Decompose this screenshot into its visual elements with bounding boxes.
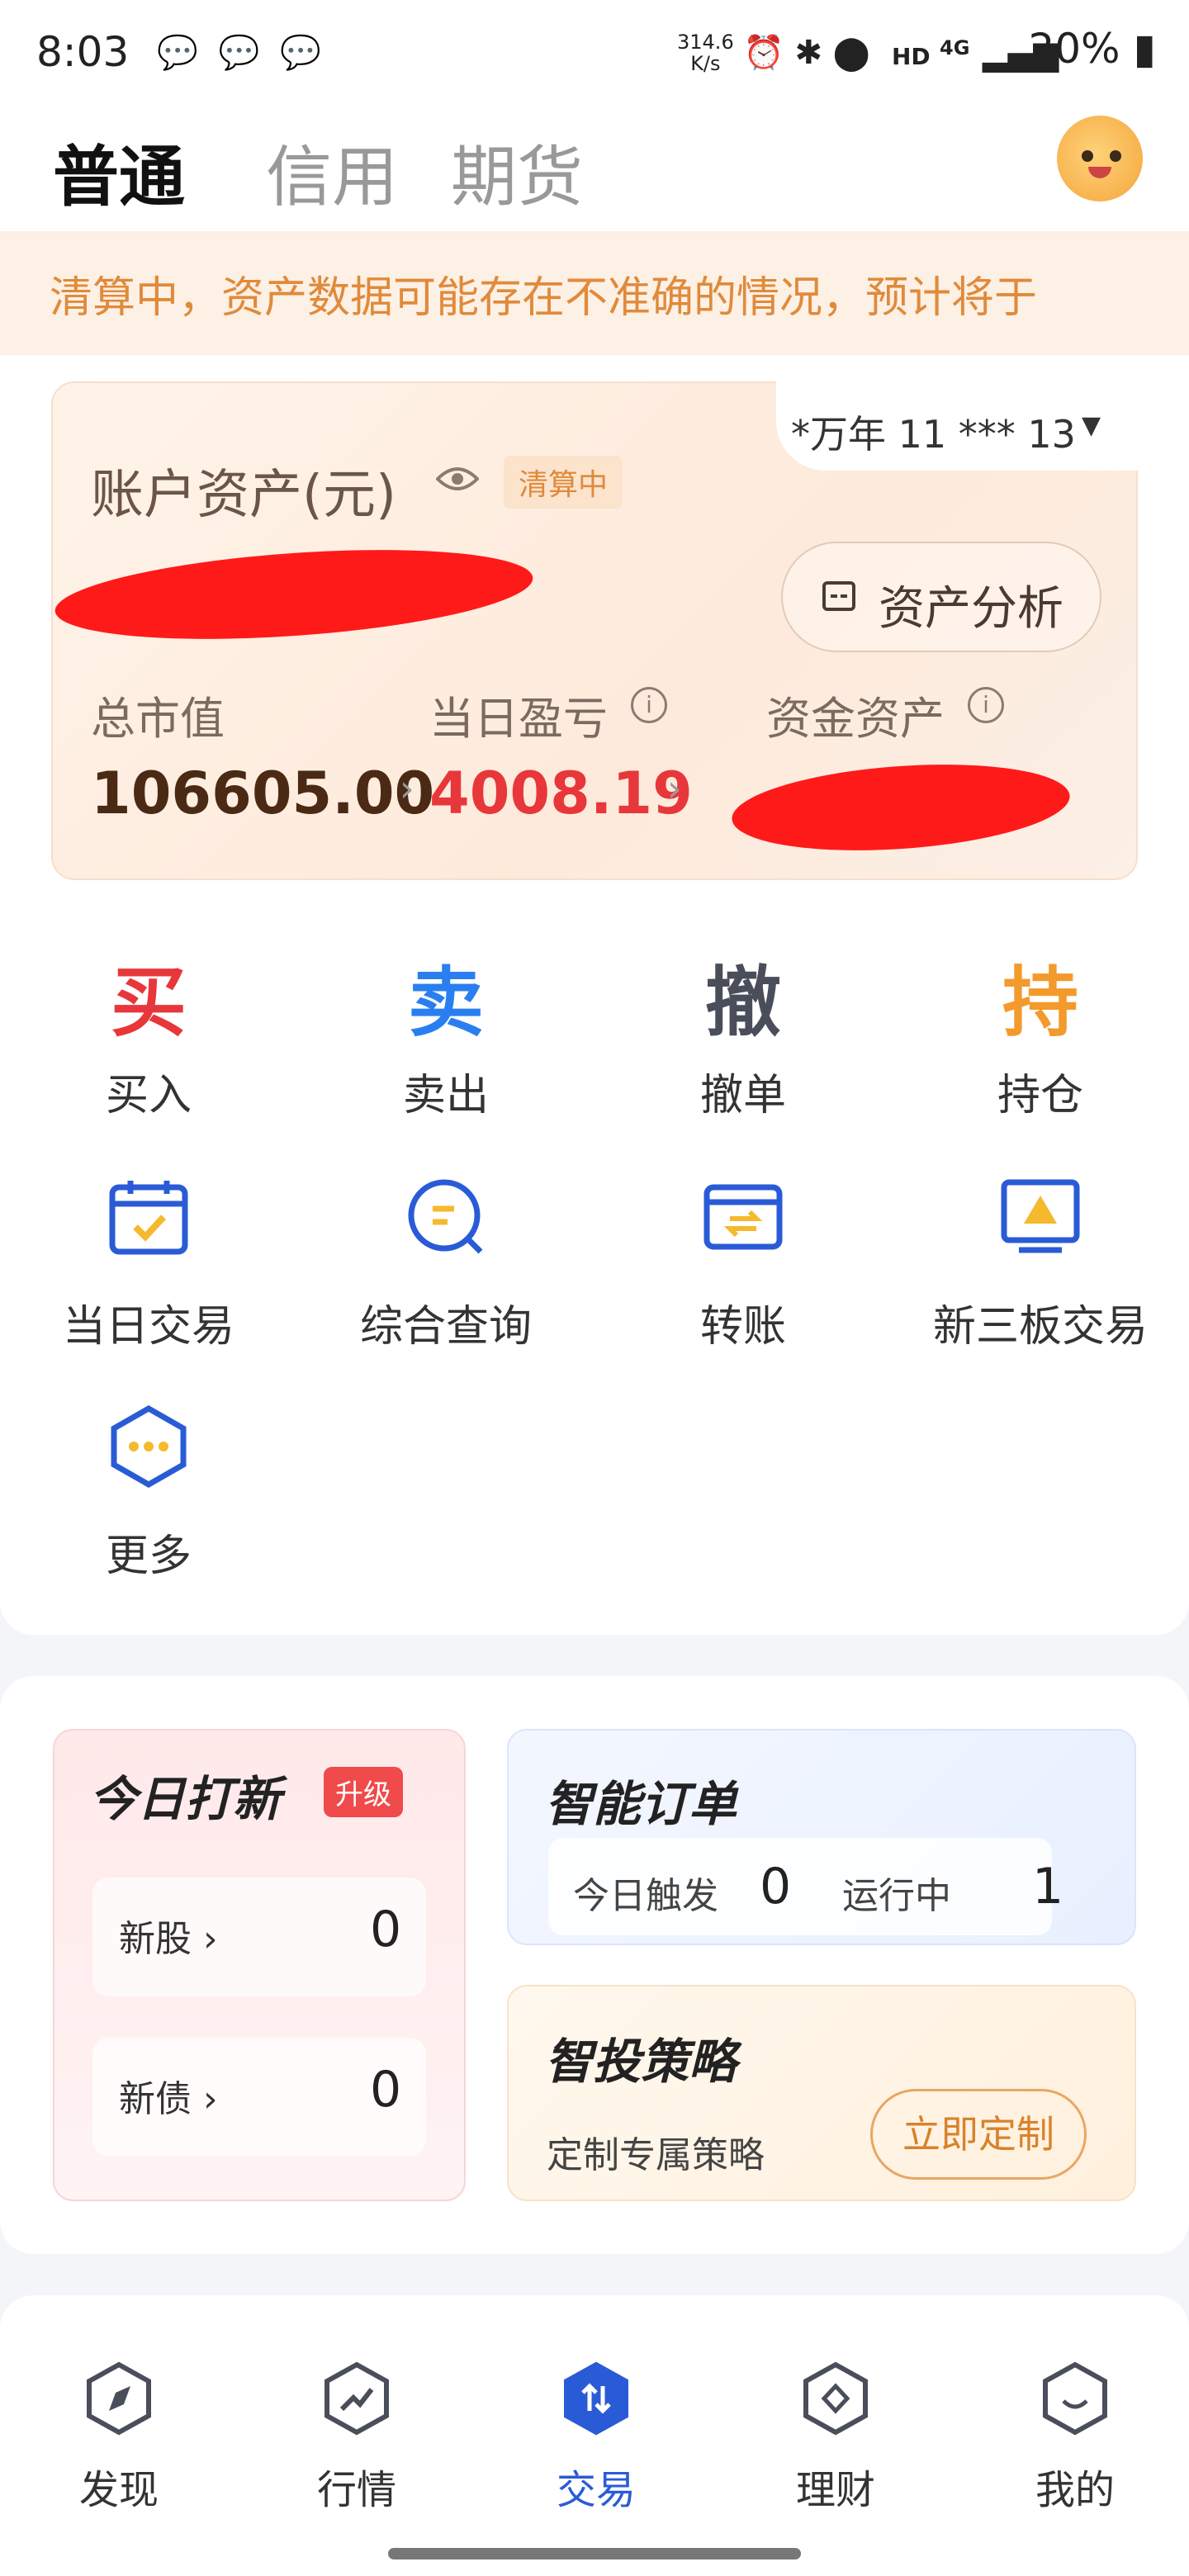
buy-glyph[interactable]: 买 [50, 941, 248, 1051]
triggered-value: 0 [760, 1858, 792, 1915]
network-type: 4G [940, 36, 970, 59]
ipo-stock-count: 0 [370, 1901, 402, 1958]
board-screen-icon[interactable] [999, 1176, 1082, 1258]
transfer-card-icon[interactable] [702, 1176, 784, 1258]
buy-label[interactable]: 买入 [25, 1060, 272, 1122]
nav-discover[interactable]: 发现 [45, 2361, 193, 2515]
nav-wealth[interactable]: 理财 [761, 2361, 910, 2515]
tab-credit[interactable]: 信用 [266, 124, 398, 220]
tool-transfer[interactable]: 转账 [619, 1291, 867, 1353]
system-icons: ⏰ ✱ ⬤ [743, 34, 870, 72]
notice-text: 清算中，资产数据可能存在不准确的情况，预计将于 [50, 273, 1038, 323]
ipo-bond-label: 新债 › [119, 2078, 218, 2120]
trend-icon [324, 2361, 389, 2436]
eye-icon[interactable] [436, 462, 479, 495]
running-label: 运行中 [842, 1875, 951, 1917]
daily-pnl-label: 当日盈亏 [429, 693, 608, 745]
sell-label[interactable]: 卖出 [322, 1060, 570, 1122]
chevron-right-icon: › [400, 768, 414, 810]
market-value-label: 总市值 [91, 693, 225, 745]
tool-query[interactable]: 综合查询 [322, 1291, 570, 1353]
info-icon[interactable]: i [631, 687, 667, 723]
caret-down-icon: ▼ [1082, 411, 1101, 440]
strategy-title: 智投策略 [545, 2034, 737, 2090]
asset-title: 账户资产(元) [91, 465, 396, 526]
market-value[interactable]: 106605.00 [91, 760, 434, 827]
info-icon[interactable]: i [968, 687, 1004, 723]
trade-icon [564, 2361, 628, 2436]
tool-new-third-board[interactable]: 新三板交易 [917, 1291, 1164, 1353]
nav-mine[interactable]: 我的 [1001, 2361, 1149, 2515]
status-badge: 清算中 [504, 456, 623, 509]
notification-icons: 💬 💬 💬 [157, 34, 326, 72]
triggered-label: 今日触发 [573, 1875, 718, 1917]
analysis-icon [822, 581, 855, 611]
status-time: 8:03 [36, 28, 130, 76]
cancel-label[interactable]: 撤单 [619, 1060, 867, 1122]
cancel-glyph[interactable]: 撤 [644, 941, 842, 1051]
ipo-title: 今日打新 [89, 1771, 282, 1827]
search-chat-icon[interactable] [405, 1176, 487, 1258]
battery-level: 20% ▮ [1028, 25, 1156, 73]
tab-normal[interactable]: 普通 [53, 124, 185, 220]
mascot-avatar-icon[interactable] [1057, 116, 1143, 201]
nav-market[interactable]: 行情 [282, 2361, 431, 2515]
ipo-stock-label: 新股 › [119, 1918, 218, 1960]
nav-trade[interactable]: 交易 [522, 2361, 670, 2515]
strategy-subtitle: 定制专属策略 [547, 2134, 765, 2176]
more-hexagon-icon[interactable] [107, 1405, 190, 1488]
asset-analysis-label: 资产分析 [879, 582, 1063, 636]
daily-pnl-value[interactable]: 4008.19 [429, 760, 693, 827]
calendar-check-icon[interactable] [107, 1176, 190, 1258]
profile-icon [1043, 2361, 1107, 2436]
home-indicator[interactable] [388, 2548, 801, 2559]
position-label[interactable]: 持仓 [917, 1060, 1164, 1122]
running-value: 1 [1032, 1858, 1064, 1915]
upgrade-badge: 升级 [324, 1767, 403, 1817]
compass-icon [87, 2361, 151, 2436]
ipo-bond-count: 0 [370, 2061, 402, 2119]
tool-daily-trade[interactable]: 当日交易 [25, 1291, 272, 1353]
cash-asset-label: 资金资产 [766, 693, 945, 745]
hd-label: HD [892, 43, 931, 70]
position-glyph[interactable]: 持 [941, 941, 1139, 1051]
wealth-icon [803, 2361, 868, 2436]
chevron-right-icon: › [667, 768, 682, 810]
smart-order-title: 智能订单 [545, 1776, 737, 1832]
account-number: *万年 11 *** 13 [791, 412, 1076, 457]
network-speed: 314.6 K/s [677, 31, 734, 75]
tool-more[interactable]: 更多 [25, 1521, 272, 1583]
tab-futures[interactable]: 期货 [451, 124, 583, 220]
sell-glyph[interactable]: 卖 [347, 941, 545, 1051]
customize-button[interactable]: 立即定制 [870, 2089, 1087, 2180]
